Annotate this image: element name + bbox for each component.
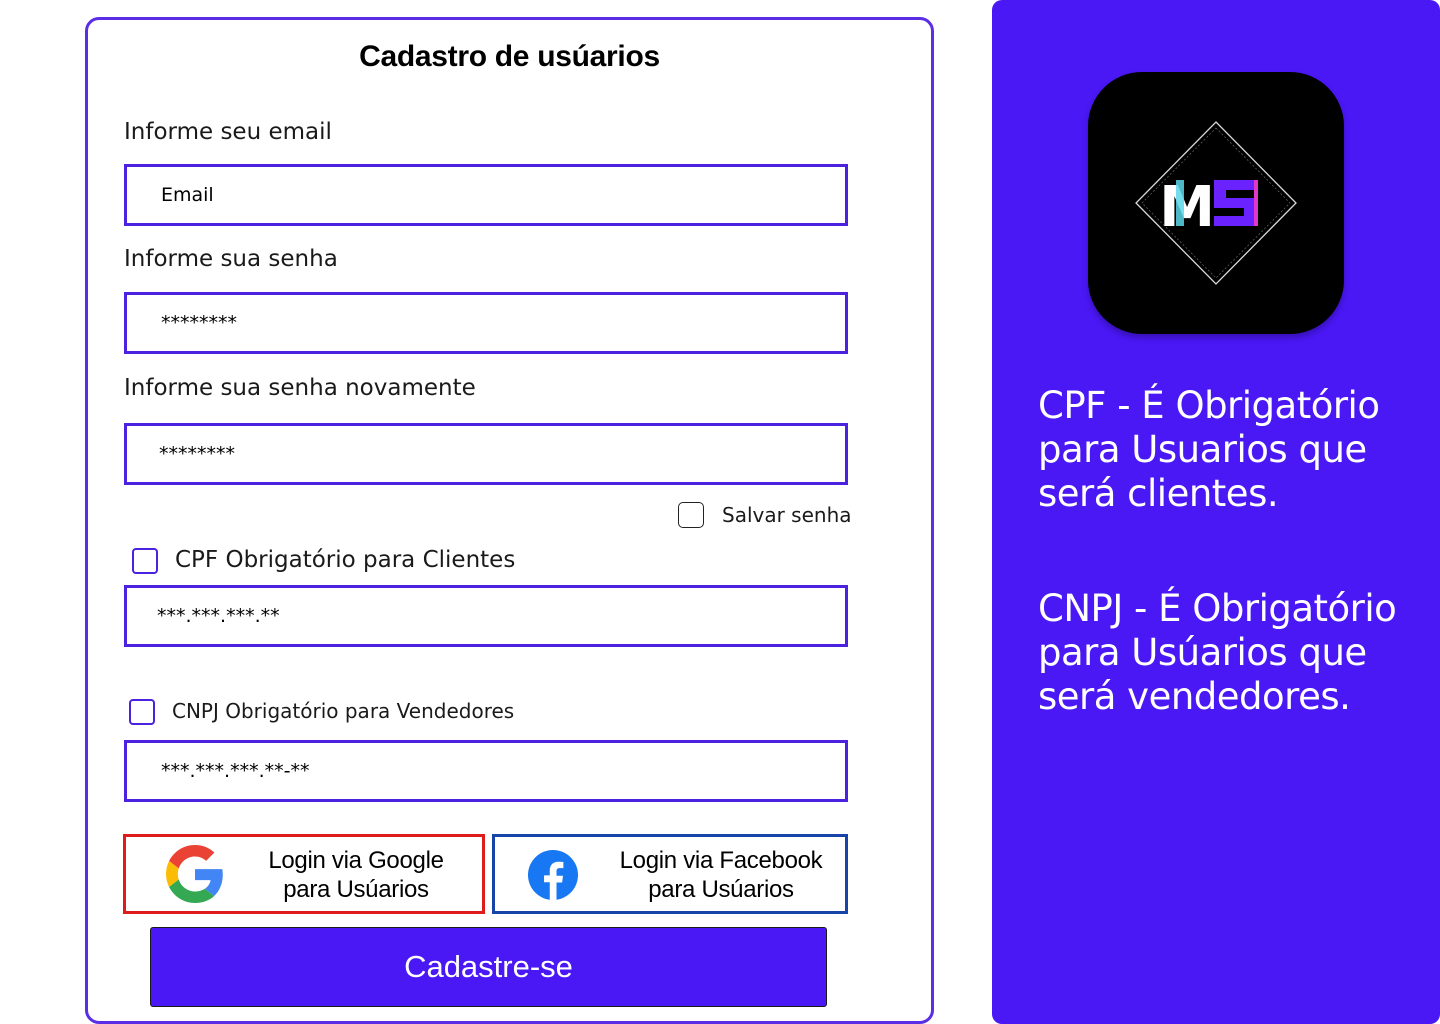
email-field[interactable]	[127, 167, 845, 223]
cnpj-info-text: CNPJ - É Obrigatório para Usúarios que s…	[1038, 587, 1397, 718]
form-title: Cadastro de usúarios	[359, 40, 660, 73]
cpf-field-box	[124, 585, 848, 647]
signup-button[interactable]: Cadastre-se	[150, 927, 827, 1007]
google-login-line1: Login via Google	[268, 847, 444, 874]
cnpj-checkbox[interactable]	[129, 699, 155, 725]
facebook-login-line2: para Usúarios	[648, 876, 794, 903]
google-icon	[166, 845, 223, 903]
save-password-checkbox[interactable]	[678, 502, 704, 528]
google-login-line2: para Usúarios	[283, 876, 429, 903]
password-label: Informe sua senha	[124, 246, 338, 272]
email-label: Informe seu email	[124, 119, 332, 145]
save-password-label: Salvar senha	[722, 503, 852, 527]
signup-card: Cadastro de usúarios Informe seu email I…	[85, 17, 934, 1024]
facebook-login-line1: Login via Facebook	[619, 847, 823, 874]
info-sidebar: M CPF - É Obrigatório para Usuarios que …	[992, 0, 1440, 1024]
password-confirm-field-box	[124, 423, 848, 485]
cpf-checkbox-label: CPF Obrigatório para Clientes	[175, 547, 516, 573]
cpf-field[interactable]	[127, 588, 845, 644]
cnpj-field[interactable]	[127, 743, 845, 799]
cpf-info-text: CPF - É Obrigatório para Usuarios que se…	[1038, 384, 1380, 515]
google-login-button[interactable]: Login via Google para Usúarios	[123, 834, 485, 914]
cnpj-field-box	[124, 740, 848, 802]
password-confirm-label: Informe sua senha novamente	[124, 375, 476, 401]
facebook-icon	[528, 850, 578, 900]
email-field-box	[124, 164, 848, 226]
facebook-login-button[interactable]: Login via Facebook para Usúarios	[492, 834, 848, 914]
password-field-box	[124, 292, 848, 354]
cnpj-checkbox-label: CNPJ Obrigatório para Vendedores	[172, 699, 515, 723]
cpf-checkbox[interactable]	[132, 548, 158, 574]
ms-logo-icon: M	[1088, 72, 1344, 334]
password-confirm-field[interactable]	[127, 426, 845, 482]
password-field[interactable]	[127, 295, 845, 351]
